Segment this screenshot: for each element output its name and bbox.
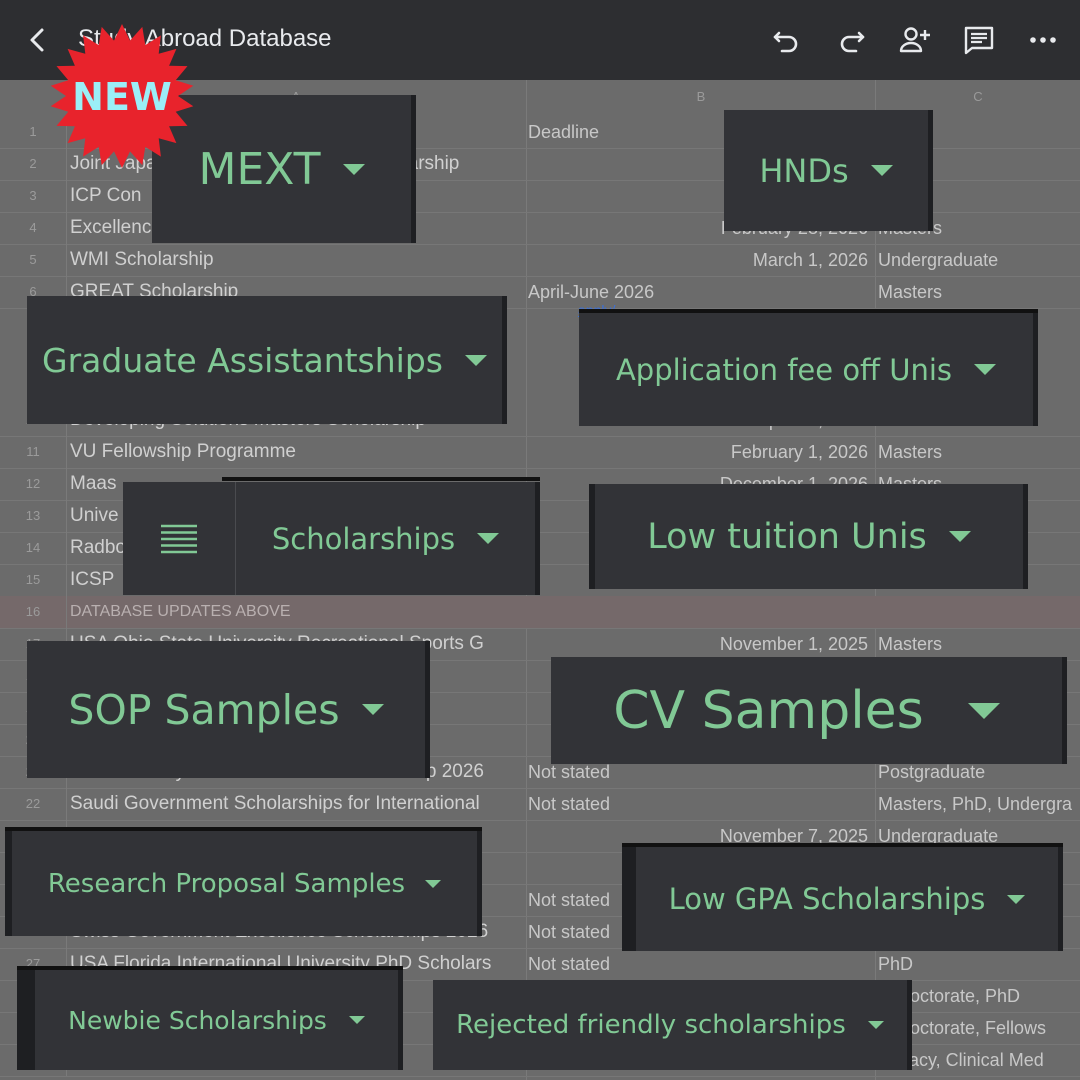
dropdown-caret-icon: [974, 364, 997, 375]
low-tuition-label: Low tuition Unis: [647, 516, 927, 557]
row-number[interactable]: 22: [0, 788, 67, 820]
graduate-assistantships-label: Graduate Assistantships: [42, 340, 443, 380]
low-tuition-button[interactable]: Low tuition Unis: [589, 484, 1028, 589]
redo-icon[interactable]: [834, 24, 868, 56]
row-number[interactable]: 12: [0, 468, 67, 500]
cell-c[interactable]: Masters: [878, 628, 1080, 660]
divider: [222, 477, 540, 481]
cv-samples-label: CV Samples: [613, 680, 924, 741]
cell-a[interactable]: DATABASE UPDATES ABOVE: [70, 596, 525, 628]
rejected-friendly-button[interactable]: Rejected friendly scholarships: [433, 980, 912, 1070]
row-number[interactable]: 13: [0, 500, 67, 532]
comment-icon[interactable]: [962, 24, 996, 56]
application-fee-off-label: Application fee off Unis: [615, 352, 953, 387]
more-icon[interactable]: [1026, 24, 1060, 56]
add-person-icon[interactable]: [898, 24, 932, 56]
row-number[interactable]: 15: [0, 564, 67, 596]
cv-samples-button[interactable]: CV Samples: [551, 657, 1067, 764]
mext-label: MEXT: [198, 143, 321, 195]
row-number[interactable]: 4: [0, 212, 67, 244]
menu-lines-icon[interactable]: [123, 482, 236, 595]
scholarships-button[interactable]: Scholarships: [123, 482, 540, 595]
dropdown-caret-icon: [348, 1016, 365, 1024]
graduate-assistantships-button[interactable]: Graduate Assistantships: [27, 296, 507, 424]
sop-samples-label: SOP Samples: [68, 685, 340, 734]
dropdown-caret-icon: [361, 704, 384, 715]
cell-a[interactable]: VU Fellowship Programme: [70, 436, 525, 468]
table-row[interactable]: 22 Saudi Government Scholarships for Inte…: [0, 788, 1080, 821]
starburst-icon: NEW: [50, 24, 194, 168]
new-badge: NEW: [50, 22, 198, 170]
dropdown-caret-icon: [425, 879, 442, 888]
cell-a[interactable]: WMI Scholarship: [70, 244, 525, 276]
row-number[interactable]: 11: [0, 436, 67, 468]
cell-c[interactable]: PhD: [878, 948, 1080, 980]
row-number[interactable]: 14: [0, 532, 67, 564]
sop-samples-button[interactable]: SOP Samples: [27, 641, 430, 778]
cell-b[interactable]: November 1, 2025: [528, 628, 872, 660]
column-header-b[interactable]: B: [527, 80, 876, 114]
hnds-button[interactable]: HNDs: [724, 110, 933, 231]
dropdown-caret-icon: [464, 354, 487, 366]
row-number[interactable]: 5: [0, 244, 67, 276]
dropdown-caret-icon: [477, 533, 500, 544]
cell-c[interactable]: [878, 596, 1080, 628]
dropdown-caret-icon: [870, 165, 893, 176]
new-badge-label: NEW: [72, 75, 172, 119]
cell-c[interactable]: Masters, PhD, Undergra: [878, 788, 1080, 820]
undo-icon[interactable]: [770, 24, 804, 56]
dropdown-caret-icon: [867, 1021, 884, 1029]
newbie-scholarships-button[interactable]: Newbie Scholarships: [17, 970, 403, 1070]
dropdown-caret-icon: [342, 163, 365, 175]
cell-c[interactable]: Undergraduate: [878, 244, 1080, 276]
low-gpa-button[interactable]: Low GPA Scholarships: [622, 847, 1063, 951]
hnds-label: HNDs: [759, 151, 849, 190]
application-fee-off-button[interactable]: Application fee off Unis: [579, 313, 1038, 426]
dropdown-caret-icon: [967, 702, 1000, 719]
scholarships-label: Scholarships: [271, 521, 456, 556]
row-number[interactable]: 3: [0, 180, 67, 212]
newbie-scholarships-label: Newbie Scholarships: [68, 1005, 327, 1035]
rejected-friendly-label: Rejected friendly scholarships: [456, 1010, 846, 1040]
dropdown-caret-icon: [1007, 894, 1026, 904]
column-header-c[interactable]: C: [876, 80, 1080, 114]
cell-c[interactable]: Masters: [878, 276, 1080, 308]
table-row[interactable]: 5 WMI Scholarship March 1, 2026 Undergradua…: [0, 244, 1080, 277]
cell-a[interactable]: Saudi Government Scholarships for Intern…: [70, 788, 525, 820]
cell-b[interactable]: March 1, 2026: [528, 244, 872, 276]
low-gpa-label: Low GPA Scholarships: [668, 882, 986, 916]
table-row[interactable]: 16 DATABASE UPDATES ABOVE: [0, 596, 1080, 629]
cell-b[interactable]: Not stated: [528, 948, 872, 980]
cell-b[interactable]: Not stated: [528, 788, 872, 820]
cell-c[interactable]: Masters: [878, 436, 1080, 468]
research-proposal-label: Research Proposal Samples: [47, 868, 406, 899]
cell-b[interactable]: [528, 596, 872, 628]
cell-b[interactable]: February 1, 2026: [528, 436, 872, 468]
table-row[interactable]: 11 VU Fellowship Programme February 1, 202…: [0, 436, 1080, 469]
row-number[interactable]: 16: [0, 596, 67, 628]
dropdown-caret-icon: [948, 531, 971, 542]
research-proposal-button[interactable]: Research Proposal Samples: [5, 831, 482, 936]
